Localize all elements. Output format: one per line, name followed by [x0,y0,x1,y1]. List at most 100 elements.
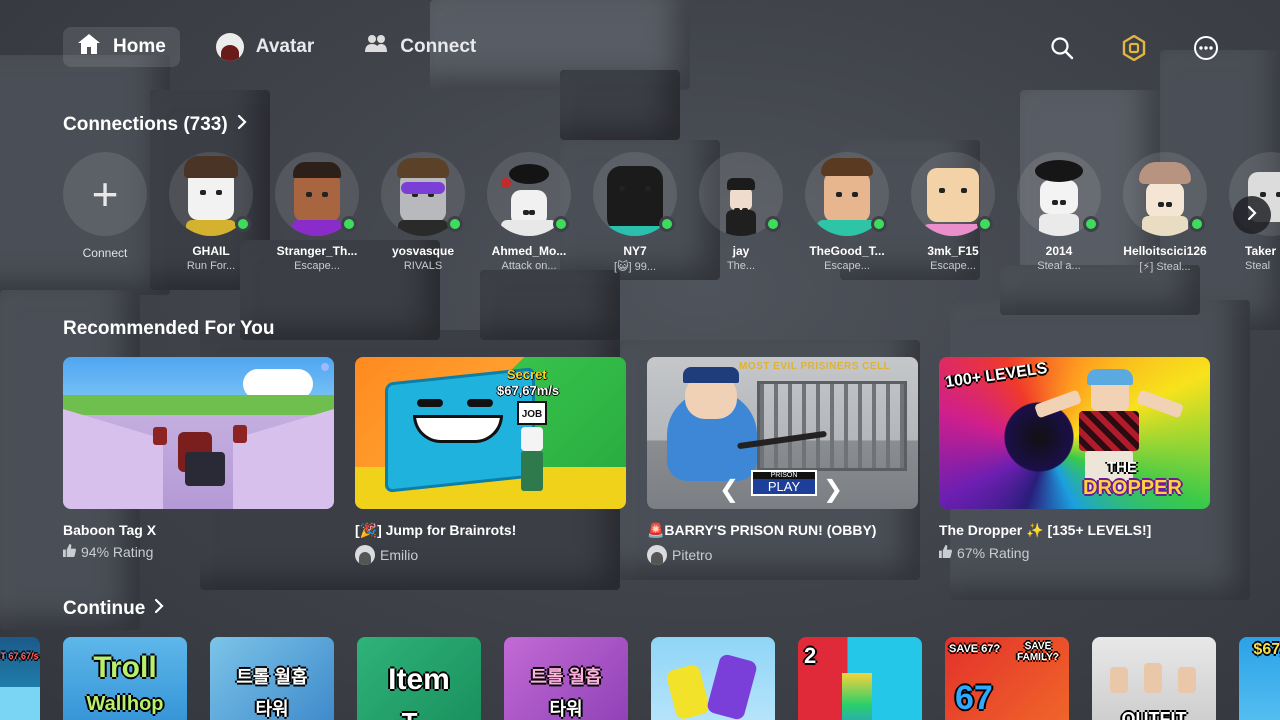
game-rating: 94% Rating [63,544,334,560]
nav-avatar-label: Avatar [255,36,315,57]
friend-avatar [1040,180,1078,214]
connection-status: Escape... [294,260,340,272]
friend-avatar [927,168,979,222]
online-indicator [765,216,781,232]
online-indicator [235,216,251,232]
connection-item[interactable]: NY7 [😺] 99... [593,152,677,273]
connection-item[interactable]: 2014 Steal a... [1017,152,1101,273]
game-thumbnail: 100+ LEVELS THE DROPPER [939,357,1210,509]
nav-connect[interactable]: Connect [350,27,490,67]
game-thumbnail [63,357,334,509]
creator-avatar-icon [647,545,667,565]
continue-game-tile[interactable]: Troll Wallhop [63,637,187,720]
chevron-right-icon [153,598,165,620]
game-card[interactable]: 100+ LEVELS THE DROPPER The Dropper ✨ [1… [939,357,1210,565]
connection-status: The... [726,260,756,272]
continue-game-tile[interactable]: 트롤 월홉 타워 [504,637,628,720]
continue-game-tile[interactable]: OUTFIT [1092,637,1216,720]
nav-connect-label: Connect [400,36,477,57]
continue-game-tile[interactable]: 트롤 월홉 타워 [210,637,334,720]
continue-game-tile[interactable]: SAVE 67? SAVE FAMILY? 67 [945,637,1069,720]
game-title: Baboon Tag X [63,522,157,538]
connection-name: Stranger_Th... [276,244,358,258]
plus-icon: + [91,168,119,220]
online-indicator [977,216,993,232]
online-indicator [871,216,887,232]
friend-avatar [400,172,446,222]
arrow-left-icon: ❮ [719,476,740,503]
connection-item[interactable]: yosvasque RIVALS [381,152,465,273]
game-creator: Emilio [355,545,626,565]
connect-label: Connect [82,246,128,260]
game-card[interactable]: Baboon Tag X 94% Rating [63,357,334,565]
top-navigation: Home Avatar Connect [63,27,490,67]
connections-header[interactable]: Connections (733) [63,114,248,136]
connection-name: GHAIL [192,244,230,258]
thumbs-up-icon [939,545,952,561]
game-card[interactable]: MOST EVIL PRISINERS CELL ❮ ❯ PRISON PLAY… [647,357,918,565]
connection-status: [⚡] Steal... [1139,261,1191,273]
friend-avatar [1146,182,1184,218]
continue-header[interactable]: Continue [63,598,165,620]
connection-status: Steal a... [1037,260,1081,272]
continue-game-tile[interactable] [651,637,775,720]
game-thumbnail: Secret $67,67m/s JOB [355,357,626,509]
continue-game-tile[interactable]: Item T... [357,637,481,720]
connection-name: NY7 [623,244,647,258]
recommended-list: Baboon Tag X 94% Rating Secret $67,67m/s… [63,357,1210,565]
game-title: [🎉] Jump for Brainrots! [355,522,517,538]
connection-name: yosvasque [391,244,455,258]
home-icon [77,33,101,61]
more-options-icon[interactable] [1192,34,1220,62]
connection-name: jay [732,244,750,258]
recommended-header: Recommended For You [63,318,275,340]
connection-item[interactable]: Stranger_Th... Escape... [275,152,359,273]
nav-avatar[interactable]: Avatar [202,27,328,67]
connection-item[interactable]: Ahmed_Mo... Attack on... [487,152,571,273]
chevron-right-icon [236,114,248,136]
connection-status: Run For... [186,260,236,272]
top-right-actions [1048,34,1220,62]
connection-name: 3mk_F15 [927,244,979,258]
avatar-icon [215,33,244,61]
connection-status: RIVALS [403,260,443,272]
nav-home[interactable]: Home [63,27,180,67]
game-creator: Pitetro [647,545,918,565]
game-title: The Dropper ✨ [135+ LEVELS!] [939,522,1152,538]
connection-status: Escape... [824,260,870,272]
connection-status: [😺] 99... [613,261,657,273]
continue-game-tile[interactable]: 2 [798,637,922,720]
connection-name: Helloitscici126 [1123,244,1207,258]
connection-item[interactable]: 3mk_F15 Escape... [911,152,995,273]
connections-list: + Connect GHAIL Run For... Stranger_Th..… [63,152,1280,273]
friend-avatar [294,172,340,222]
game-card[interactable]: Secret $67,67m/s JOB [🎉] Jump for Brainr… [355,357,626,565]
online-indicator [1083,216,1099,232]
online-indicator [1189,216,1205,232]
nav-home-label: Home [113,36,166,57]
connections-title: Connections (733) [63,114,228,135]
arrow-right-icon: ❯ [823,476,844,503]
friend-avatar [730,188,752,213]
game-thumbnail: MOST EVIL PRISINERS CELL ❮ ❯ PRISON PLAY [647,357,918,509]
connection-item[interactable]: jay The... [699,152,783,273]
connect-button[interactable]: + Connect [63,152,147,273]
connection-name: Taker [1245,244,1277,258]
connections-scroll-right[interactable] [1233,196,1271,234]
chevron-right-icon [1246,205,1258,226]
continue-game-tile[interactable]: $67, [1239,637,1280,720]
connection-item[interactable]: Helloitscici126 [⚡] Steal... [1123,152,1207,273]
connection-status: Escape... [930,260,976,272]
connection-item[interactable]: GHAIL Run For... [169,152,253,273]
connection-status: Steal [1245,260,1271,272]
connection-name: Ahmed_Mo... [491,244,567,258]
continue-game-tile[interactable]: CRET 67,67/s [0,637,40,720]
thumbs-up-icon [63,544,76,560]
online-indicator [553,216,569,232]
game-rating: 67% Rating [939,545,1210,561]
connection-item[interactable]: TheGood_T... Escape... [805,152,889,273]
connection-name: TheGood_T... [809,244,885,258]
creator-avatar-icon [355,545,375,565]
search-icon[interactable] [1048,34,1076,62]
robux-icon[interactable] [1120,34,1148,62]
